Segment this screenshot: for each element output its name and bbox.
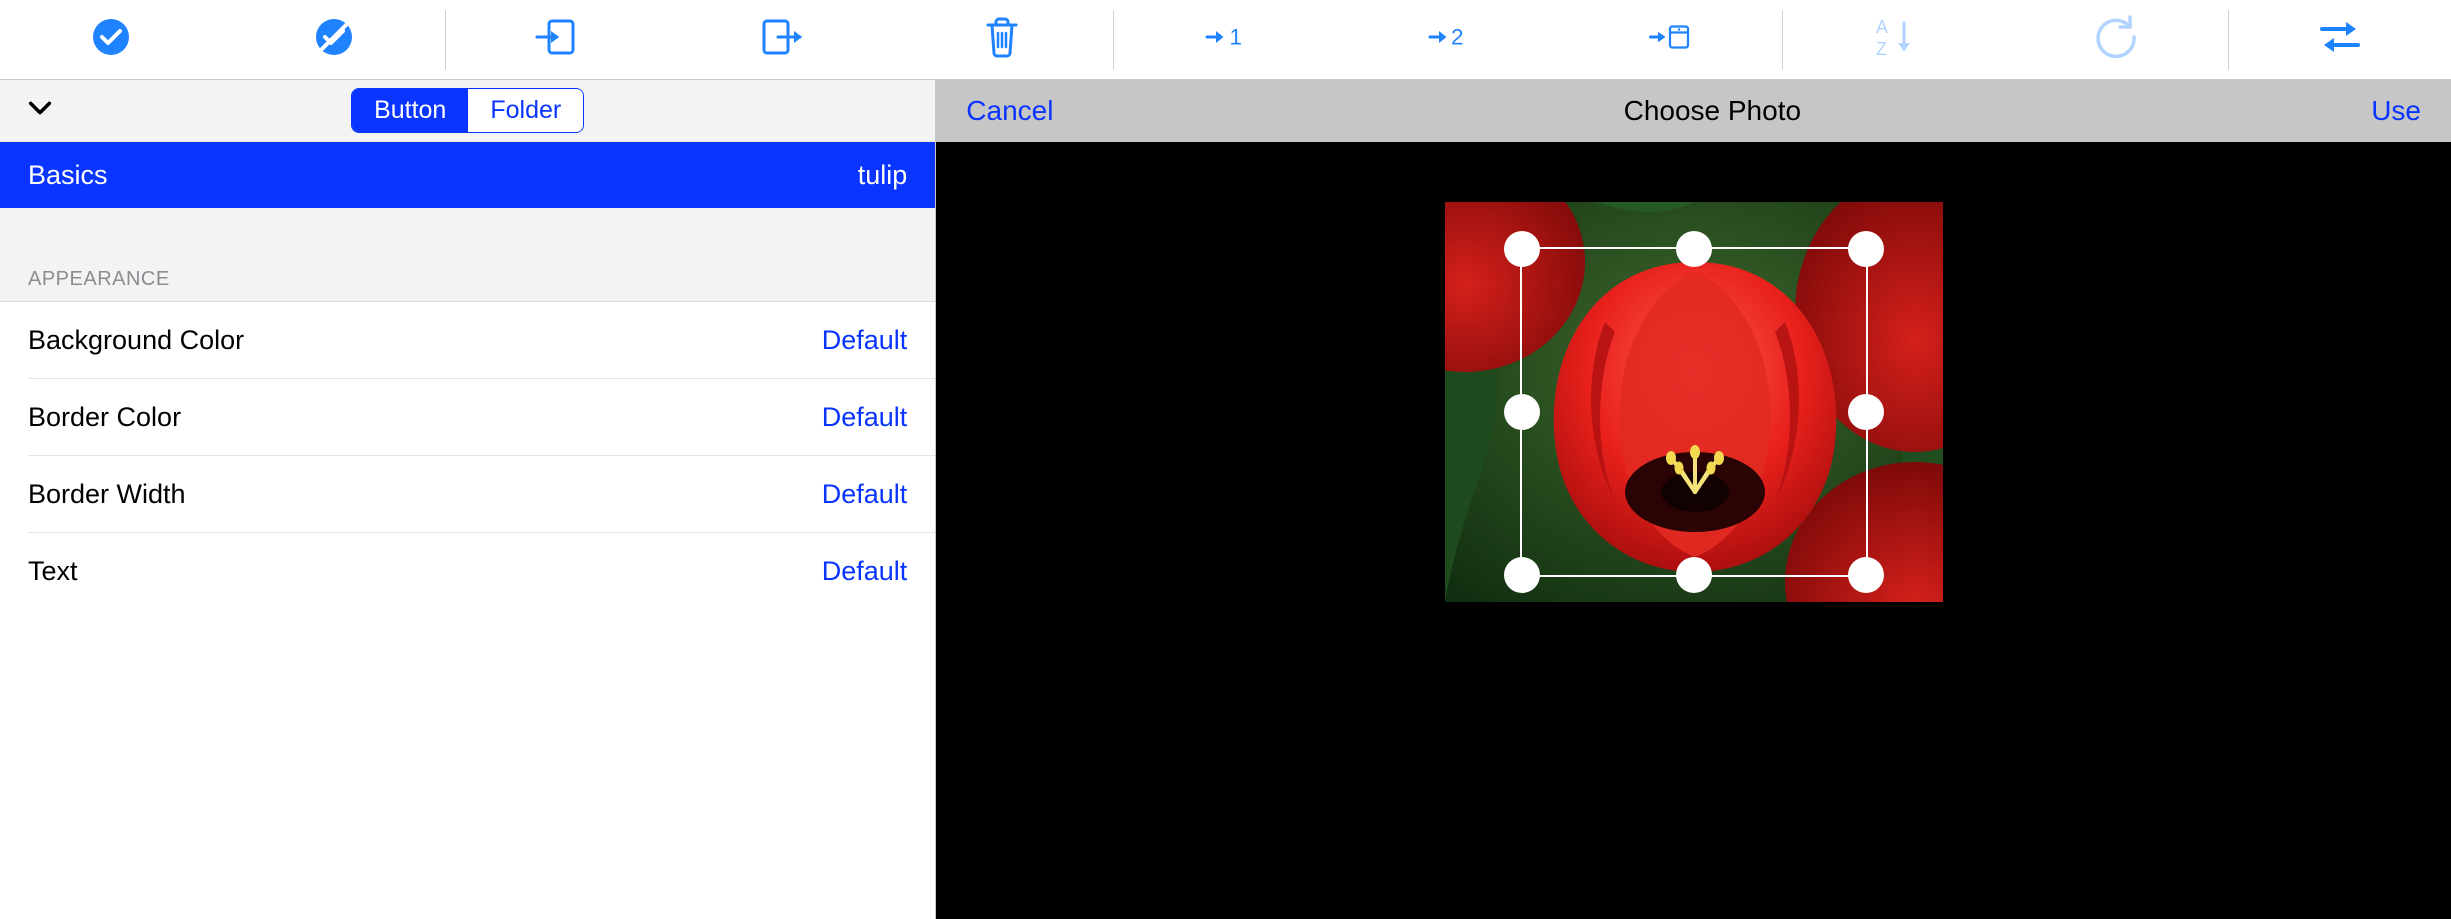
right-pane: Cancel Choose Photo Use bbox=[936, 80, 2451, 919]
toolbar-button-uncheck[interactable] bbox=[222, 0, 444, 79]
crop-handle-bottom-left[interactable] bbox=[1504, 557, 1540, 593]
crop-handle-top-right[interactable] bbox=[1848, 231, 1884, 267]
choose-photo-header: Cancel Choose Photo Use bbox=[936, 80, 2451, 142]
appearance-row-border-color[interactable]: Border Color Default bbox=[0, 379, 935, 455]
chevron-down-icon bbox=[26, 94, 54, 127]
row-label: Border Width bbox=[28, 479, 822, 510]
crop-handle-bottom-center[interactable] bbox=[1676, 557, 1712, 593]
appearance-header: APPEARANCE bbox=[0, 268, 935, 302]
toolbar: 1 2 AZ bbox=[0, 0, 2451, 80]
arrow-to-box-icon bbox=[1646, 13, 1694, 66]
toolbar-button-swap[interactable] bbox=[2229, 0, 2451, 79]
segment-folder[interactable]: Folder bbox=[468, 89, 583, 132]
segment-button[interactable]: Button bbox=[352, 89, 468, 132]
svg-text:Z: Z bbox=[1876, 39, 1887, 59]
left-pane: Button Folder Basics tulip APPEARANCE Ba… bbox=[0, 80, 936, 919]
photo-area[interactable] bbox=[936, 142, 2451, 919]
crop-handle-top-center[interactable] bbox=[1676, 231, 1712, 267]
svg-text:A: A bbox=[1876, 17, 1888, 37]
toolbar-button-import[interactable] bbox=[446, 0, 668, 79]
refresh-icon bbox=[2092, 13, 2140, 66]
crop-handle-top-left[interactable] bbox=[1504, 231, 1540, 267]
toolbar-button-arrow-box[interactable] bbox=[1559, 0, 1781, 79]
row-value: Default bbox=[822, 479, 908, 510]
collapse-chevron[interactable] bbox=[20, 91, 60, 131]
choose-photo-title: Choose Photo bbox=[1053, 95, 2371, 127]
import-icon bbox=[533, 13, 581, 66]
toolbar-button-refresh[interactable] bbox=[2005, 0, 2227, 79]
check-x-solid-icon bbox=[310, 13, 358, 66]
appearance-row-background-color[interactable]: Background Color Default bbox=[0, 302, 935, 378]
basics-row[interactable]: Basics tulip bbox=[0, 142, 935, 208]
arrow-to-2-icon: 2 bbox=[1424, 13, 1472, 66]
svg-text:2: 2 bbox=[1451, 25, 1464, 50]
basics-label: Basics bbox=[28, 160, 858, 191]
crop-handle-bottom-right[interactable] bbox=[1848, 557, 1884, 593]
appearance-row-border-width[interactable]: Border Width Default bbox=[0, 456, 935, 532]
appearance-row-text[interactable]: Text Default bbox=[0, 533, 935, 609]
row-value: Default bbox=[822, 556, 908, 587]
main-split: Button Folder Basics tulip APPEARANCE Ba… bbox=[0, 80, 2451, 919]
toolbar-button-check[interactable] bbox=[0, 0, 222, 79]
swap-arrows-icon bbox=[2316, 13, 2364, 66]
cancel-button[interactable]: Cancel bbox=[966, 95, 1053, 127]
crop-rectangle[interactable] bbox=[1520, 247, 1868, 577]
appearance-list: Background Color Default Border Color De… bbox=[0, 302, 935, 609]
check-solid-icon bbox=[87, 13, 135, 66]
left-pane-header: Button Folder bbox=[0, 80, 935, 142]
sort-az-icon: AZ bbox=[1870, 13, 1918, 66]
crop-handle-middle-left[interactable] bbox=[1504, 394, 1540, 430]
svg-text:1: 1 bbox=[1230, 25, 1243, 50]
row-label: Text bbox=[28, 556, 822, 587]
toolbar-button-arrow-1[interactable]: 1 bbox=[1114, 0, 1336, 79]
toolbar-button-export[interactable] bbox=[668, 0, 890, 79]
crop-handle-middle-right[interactable] bbox=[1848, 394, 1884, 430]
toolbar-button-arrow-2[interactable]: 2 bbox=[1337, 0, 1559, 79]
toolbar-button-sort-az[interactable]: AZ bbox=[1783, 0, 2005, 79]
section-spacer bbox=[0, 208, 935, 268]
arrow-to-1-icon: 1 bbox=[1201, 13, 1249, 66]
export-icon bbox=[756, 13, 804, 66]
row-value: Default bbox=[822, 402, 908, 433]
row-value: Default bbox=[822, 325, 908, 356]
type-segmented-control: Button Folder bbox=[351, 88, 584, 133]
row-label: Border Color bbox=[28, 402, 822, 433]
toolbar-button-trash[interactable] bbox=[891, 0, 1113, 79]
use-button[interactable]: Use bbox=[2371, 95, 2421, 127]
trash-icon bbox=[978, 13, 1026, 66]
basics-value: tulip bbox=[858, 160, 908, 191]
row-label: Background Color bbox=[28, 325, 822, 356]
